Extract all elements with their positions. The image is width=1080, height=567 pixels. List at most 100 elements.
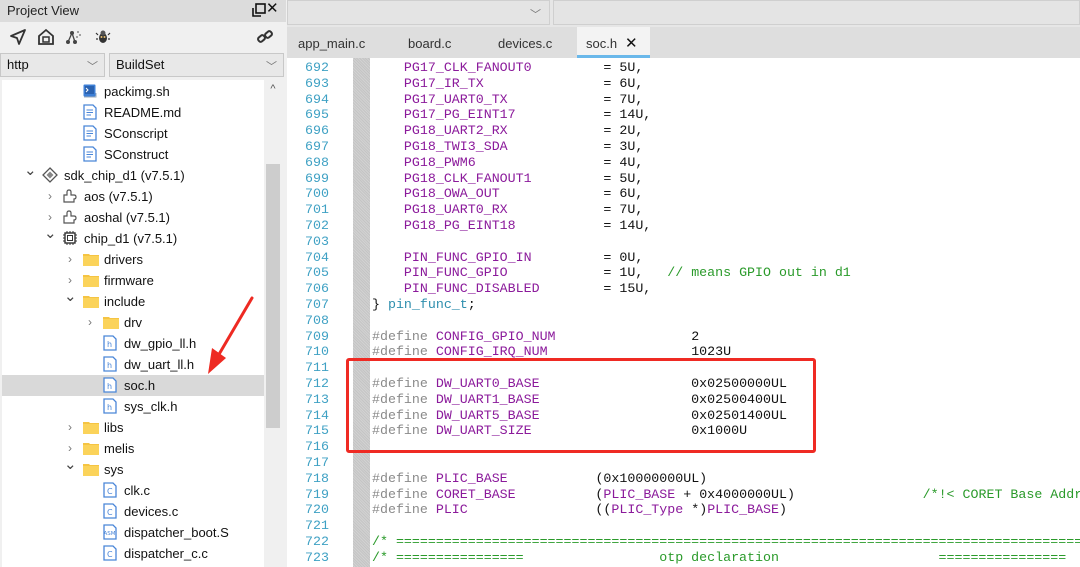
code-line: 697 PG18_TWI3_SDA = 3U,: [287, 139, 1080, 155]
code-line: 715 #define DW_UART_SIZE 0x1000U: [287, 423, 1080, 439]
buildset-select[interactable]: BuildSet ﹀: [109, 53, 284, 77]
symbol-select[interactable]: [553, 0, 1080, 25]
tab-devices-c[interactable]: devices.c: [498, 27, 552, 58]
code-line: 721: [287, 518, 1080, 534]
tree-item[interactable]: ASM dispatcher_boot.S: [2, 522, 264, 543]
graph-icon[interactable]: [65, 28, 83, 46]
code-text: PIN_FUNC_GPIO_IN = 0U,: [403, 249, 644, 265]
line-number: 713: [305, 391, 329, 407]
code-line: 699 PG18_CLK_FANOUT1 = 5U,: [287, 171, 1080, 187]
code-line: 695 PG17_PG_EINT17 = 14U,: [287, 107, 1080, 123]
tree-item[interactable]: h dw_gpio_ll.h: [2, 333, 264, 354]
tree-item-label: dispatcher_boot.S: [124, 525, 229, 540]
chevron-right-icon[interactable]: ›: [64, 419, 76, 435]
folder-icon: [82, 251, 99, 267]
code-text: PG18_CLK_FANOUT1 = 5U,: [403, 170, 644, 186]
tab-label: devices.c: [498, 36, 553, 51]
tab-board-c[interactable]: board.c: [408, 27, 451, 58]
chevron-down-icon: ﹀: [87, 61, 98, 73]
line-number: 705: [305, 265, 329, 281]
tree-item-label: drivers: [104, 252, 144, 267]
tree-item[interactable]: › aos (v7.5.1): [2, 186, 264, 207]
code-editor: ﹀ app_main.c board.c devices.c soc.h ✕ 692 P…: [287, 0, 1080, 567]
tree-item[interactable]: › drivers: [2, 249, 264, 270]
tree-item-label: aoshal (v7.5.1): [84, 210, 170, 225]
tree-item[interactable]: SConscript: [2, 123, 264, 144]
tree-item-label: SConscript: [104, 126, 168, 141]
home-icon[interactable]: [37, 28, 55, 46]
tree-item[interactable]: › aoshal (v7.5.1): [2, 207, 264, 228]
line-number: 704: [305, 249, 329, 265]
tree-item[interactable]: h dw_uart_ll.h: [2, 354, 264, 375]
chevron-right-icon[interactable]: ›: [64, 251, 76, 267]
svg-text:C: C: [107, 550, 113, 559]
line-number: 710: [305, 344, 329, 360]
line-number: 701: [305, 202, 329, 218]
tree-scrollbar[interactable]: ^: [264, 80, 282, 567]
tree-item[interactable]: Cdevices.c: [2, 501, 264, 522]
tree-item-label: sys: [104, 462, 124, 477]
code-text: PG17_IR_TX = 6U,: [403, 75, 644, 91]
code-area[interactable]: 692 PG17_CLK_FANOUT0 = 5U, 693 PG17_IR_TX…: [287, 58, 1080, 567]
locate-icon[interactable]: [9, 28, 27, 46]
chevron-right-icon[interactable]: ›: [84, 314, 96, 330]
tree-item[interactable]: ⌄ sdk_chip_d1 (v7.5.1): [2, 163, 264, 186]
header-file-icon: h: [102, 335, 118, 351]
code-line: 711: [287, 360, 1080, 376]
tree-item[interactable]: README.md: [2, 102, 264, 123]
tree-item[interactable]: › libs: [2, 417, 264, 438]
chevron-right-icon[interactable]: ›: [44, 188, 56, 204]
tree-item[interactable]: Cdispatcher_c.c: [2, 543, 264, 564]
line-number: 703: [305, 233, 329, 249]
tree-item-label: dispatcher_c.c: [124, 546, 208, 561]
panel-header: Project View ✕: [0, 0, 286, 22]
code-line: 719 #define CORET_BASE (PLIC_BASE + 0x400…: [287, 487, 1080, 503]
tree-item[interactable]: SConstruct: [2, 144, 264, 165]
tree-item[interactable]: packimg.sh: [2, 81, 264, 102]
tab-label: app_main.c: [298, 36, 366, 51]
chevron-right-icon[interactable]: ›: [64, 440, 76, 456]
tree-item[interactable]: h soc.h: [2, 375, 264, 396]
tree-item[interactable]: Cclk.c: [2, 480, 264, 501]
scroll-up-icon[interactable]: ^: [267, 83, 279, 95]
code-line: 701 PG18_UART0_RX = 7U,: [287, 202, 1080, 218]
code-text: } pin_func_t;: [372, 297, 476, 312]
chevron-right-icon[interactable]: ›: [64, 272, 76, 288]
folder-icon: [102, 314, 119, 330]
tab-soc-h[interactable]: soc.h ✕: [577, 27, 650, 58]
code-text: PIN_FUNC_DISABLED = 15U,: [403, 281, 652, 297]
svg-text:h: h: [107, 403, 112, 412]
editor-navigation-bar: ﹀: [287, 0, 1080, 27]
line-number: 692: [305, 60, 329, 75]
bug-icon[interactable]: [94, 28, 112, 46]
chevron-down-icon[interactable]: ⌄: [24, 163, 37, 179]
chevron-down-icon[interactable]: ⌄: [64, 457, 77, 473]
code-text: PG18_PG_EINT18 = 14U,: [403, 218, 652, 233]
code-line: 693 PG17_IR_TX = 6U,: [287, 76, 1080, 92]
tree-item[interactable]: › firmware: [2, 270, 264, 291]
tree-item[interactable]: › drv: [2, 312, 264, 333]
restore-icon[interactable]: [252, 3, 266, 17]
chevron-down-icon[interactable]: ⌄: [64, 289, 77, 305]
chevron-down-icon[interactable]: ⌄: [44, 226, 57, 242]
close-tab-icon[interactable]: ✕: [625, 34, 638, 52]
line-number: 711: [305, 360, 329, 376]
link-icon[interactable]: [256, 28, 274, 46]
target-select[interactable]: http ﹀: [0, 53, 105, 77]
tree-item[interactable]: ⌄ include: [2, 289, 264, 312]
code-line: 696 PG18_UART2_RX = 2U,: [287, 123, 1080, 139]
tree-item[interactable]: ⌄ chip_d1 (v7.5.1): [2, 226, 264, 249]
scope-select[interactable]: ﹀: [287, 0, 550, 25]
chevron-right-icon[interactable]: ›: [44, 209, 56, 225]
tab-app-main-c[interactable]: app_main.c: [298, 27, 365, 58]
line-number: 707: [305, 297, 329, 312]
tree-item-label: clk.c: [124, 483, 150, 498]
tree-item-label: devices.c: [124, 504, 179, 519]
tree-item[interactable]: › melis: [2, 438, 264, 459]
tree-item[interactable]: h sys_clk.h: [2, 396, 264, 417]
close-icon[interactable]: ✕: [266, 1, 280, 17]
code-line: 717: [287, 455, 1080, 471]
tree-item[interactable]: ⌄ sys: [2, 457, 264, 480]
c-file-icon: C: [102, 503, 118, 519]
scrollbar-thumb[interactable]: [266, 164, 280, 428]
